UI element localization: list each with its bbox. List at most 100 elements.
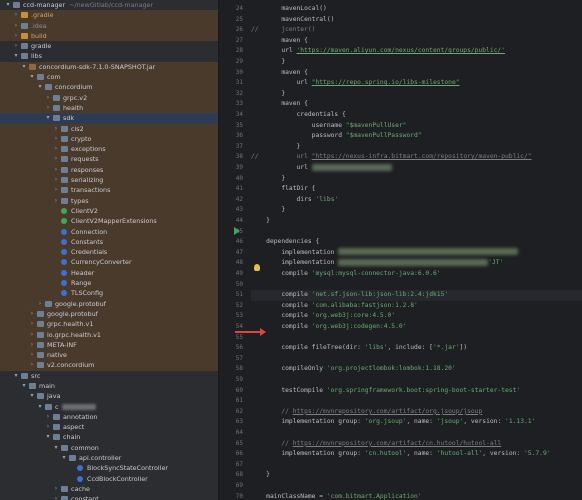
- code-line[interactable]: compile fileTree(dir: 'libs', include: […: [251, 343, 582, 354]
- code-line[interactable]: [251, 333, 582, 344]
- chevron-right-icon[interactable]: ›: [44, 422, 52, 432]
- chevron-right-icon[interactable]: ›: [52, 144, 60, 154]
- tree-item[interactable]: › types: [0, 195, 218, 206]
- tree-item[interactable]: ▾ chain: [0, 432, 218, 442]
- tree-item[interactable]: › cache: [0, 484, 218, 494]
- tree-item[interactable]: › META-INF: [0, 339, 218, 351]
- code-line[interactable]: username "$mavenPullUser": [251, 121, 582, 132]
- code-line[interactable]: [251, 481, 582, 492]
- chevron-right-icon[interactable]: ›: [36, 299, 44, 309]
- code-line[interactable]: mavenLocal(): [251, 4, 582, 15]
- tree-item[interactable]: ▾ src: [0, 371, 218, 381]
- tree-item[interactable]: › google.protobuf: [0, 298, 218, 309]
- tree-item[interactable]: › constant: [0, 494, 218, 500]
- chevron-right-icon[interactable]: ›: [52, 484, 60, 494]
- code-line[interactable]: password "$mavenPullPassword": [251, 131, 582, 142]
- chevron-right-icon[interactable]: ›: [28, 350, 36, 360]
- chevron-down-icon[interactable]: ▾: [20, 62, 28, 72]
- code-line[interactable]: url "https://repo.spring.io/libs-milesto…: [251, 78, 582, 89]
- tree-item[interactable]: › exceptions: [0, 144, 218, 155]
- tree-item[interactable]: › native: [0, 350, 218, 361]
- tree-item[interactable]: › v2.concordium: [0, 360, 218, 371]
- chevron-right-icon[interactable]: ›: [52, 175, 60, 185]
- chevron-right-icon[interactable]: ›: [12, 21, 20, 31]
- code-line[interactable]: }: [251, 57, 582, 68]
- code-line[interactable]: url 'https://maven.aliyun.com/nexus/cont…: [251, 46, 582, 57]
- code-line[interactable]: [251, 354, 582, 365]
- chevron-down-icon[interactable]: ▾: [44, 113, 52, 123]
- tree-item[interactable]: TLSConfig: [0, 288, 218, 299]
- code-line[interactable]: implementation 'JT': [251, 258, 582, 269]
- chevron-down-icon[interactable]: ▾: [4, 0, 12, 10]
- tree-item[interactable]: ▾ api.controller: [0, 453, 218, 463]
- tree-item[interactable]: ▾ concordium: [0, 82, 218, 93]
- chevron-right-icon[interactable]: ›: [52, 124, 60, 134]
- tree-item[interactable]: ClientV2: [0, 205, 218, 217]
- tree-item[interactable]: › io.grpc.health.v1: [0, 329, 218, 340]
- tree-item[interactable]: Range: [0, 278, 218, 289]
- code-line[interactable]: }: [251, 142, 582, 153]
- code-line[interactable]: maven {: [251, 99, 582, 110]
- code-line[interactable]: implementation group: 'cn.hutool', name:…: [251, 449, 582, 460]
- tree-item[interactable]: ▾ concordium-sdk-7.1.0-SNAPSHOT.jar: [0, 61, 218, 73]
- code-line[interactable]: mavenCentral(): [251, 15, 582, 26]
- code-line[interactable]: }: [251, 89, 582, 100]
- chevron-down-icon[interactable]: ▾: [60, 453, 68, 463]
- code-line[interactable]: testCompile 'org.springframework.boot:sp…: [251, 386, 582, 397]
- tree-item[interactable]: Header: [0, 267, 218, 279]
- chevron-right-icon[interactable]: ›: [52, 196, 60, 206]
- lightbulb-icon[interactable]: [254, 264, 260, 271]
- tree-item[interactable]: ▾ ccd-manager ~/newGitlab/ccd-manager: [0, 0, 218, 10]
- tree-item[interactable]: › transactions: [0, 185, 218, 196]
- code-line[interactable]: [251, 460, 582, 471]
- code-editor[interactable]: 24 25 26 27 28 29 30 31 32 33 34 35 36 37 38 39 40 41 42 43…: [219, 0, 582, 500]
- tree-item[interactable]: › gradle: [0, 41, 218, 51]
- code-line[interactable]: compileOnly 'org.projectlombok:lombok:1.…: [251, 364, 582, 375]
- tree-item[interactable]: › cis2: [0, 123, 218, 134]
- chevron-right-icon[interactable]: ›: [28, 340, 36, 350]
- chevron-right-icon[interactable]: ›: [52, 134, 60, 144]
- code-line[interactable]: maven {: [251, 36, 582, 47]
- chevron-down-icon[interactable]: ▾: [36, 82, 44, 92]
- tree-item[interactable]: ▾ libs: [0, 51, 218, 61]
- chevron-down-icon[interactable]: ▾: [12, 51, 20, 61]
- tree-item[interactable]: ▾ common: [0, 443, 218, 453]
- chevron-right-icon[interactable]: ›: [12, 41, 20, 51]
- code-line[interactable]: // https://mvnrepository.com/artifact/cn…: [251, 439, 582, 450]
- chevron-down-icon[interactable]: ▾: [44, 432, 52, 442]
- code-line[interactable]: }: [251, 205, 582, 216]
- code-line[interactable]: [251, 227, 582, 238]
- tree-item[interactable]: › health: [0, 102, 218, 114]
- code-line[interactable]: compile 'org.web3j:core:4.5.0': [251, 311, 582, 322]
- chevron-right-icon[interactable]: ›: [28, 319, 36, 329]
- run-gutter-icon[interactable]: [234, 227, 240, 235]
- code-line[interactable]: implementation group: 'org.jsoup', name:…: [251, 417, 582, 428]
- tree-item[interactable]: ▾ sdk: [0, 113, 218, 124]
- chevron-down-icon[interactable]: ▾: [52, 443, 60, 453]
- code-line[interactable]: maven {: [251, 68, 582, 79]
- chevron-right-icon[interactable]: ›: [52, 494, 60, 500]
- tree-item[interactable]: › aspect: [0, 422, 218, 432]
- code-line[interactable]: // url "https://nexus-infra.bitmart.com/…: [251, 152, 582, 163]
- chevron-right-icon[interactable]: ›: [44, 412, 52, 422]
- tree-item[interactable]: › annotation: [0, 412, 218, 422]
- tree-item[interactable]: › requests: [0, 154, 218, 165]
- tree-item[interactable]: ▾ com: [0, 72, 218, 83]
- tree-item[interactable]: Connection: [0, 226, 218, 237]
- chevron-right-icon[interactable]: ›: [28, 360, 36, 370]
- code-line[interactable]: flatDir {: [251, 184, 582, 195]
- tree-item[interactable]: › grpc.v2: [0, 92, 218, 103]
- tree-item[interactable]: ClientV2MapperExtensions: [0, 216, 218, 227]
- chevron-down-icon[interactable]: ▾: [20, 381, 28, 391]
- code-area[interactable]: mavenLocal() mavenCentral()// jcenter() …: [251, 0, 582, 500]
- tree-item[interactable]: ▾ c: [0, 402, 218, 412]
- code-line[interactable]: [251, 428, 582, 439]
- tree-item[interactable]: CurrencyConverter: [0, 257, 218, 268]
- code-line[interactable]: // https://mvnrepository.com/artifact/or…: [251, 407, 582, 418]
- code-line[interactable]: [251, 280, 582, 291]
- tree-item[interactable]: › build: [0, 30, 218, 42]
- tree-item[interactable]: CcdBlockController: [0, 474, 218, 484]
- tree-item[interactable]: Constants: [0, 236, 218, 248]
- code-line[interactable]: compile 'org.web3j:codegen:4.5.0': [251, 322, 582, 333]
- code-line[interactable]: dirs 'libs': [251, 195, 582, 206]
